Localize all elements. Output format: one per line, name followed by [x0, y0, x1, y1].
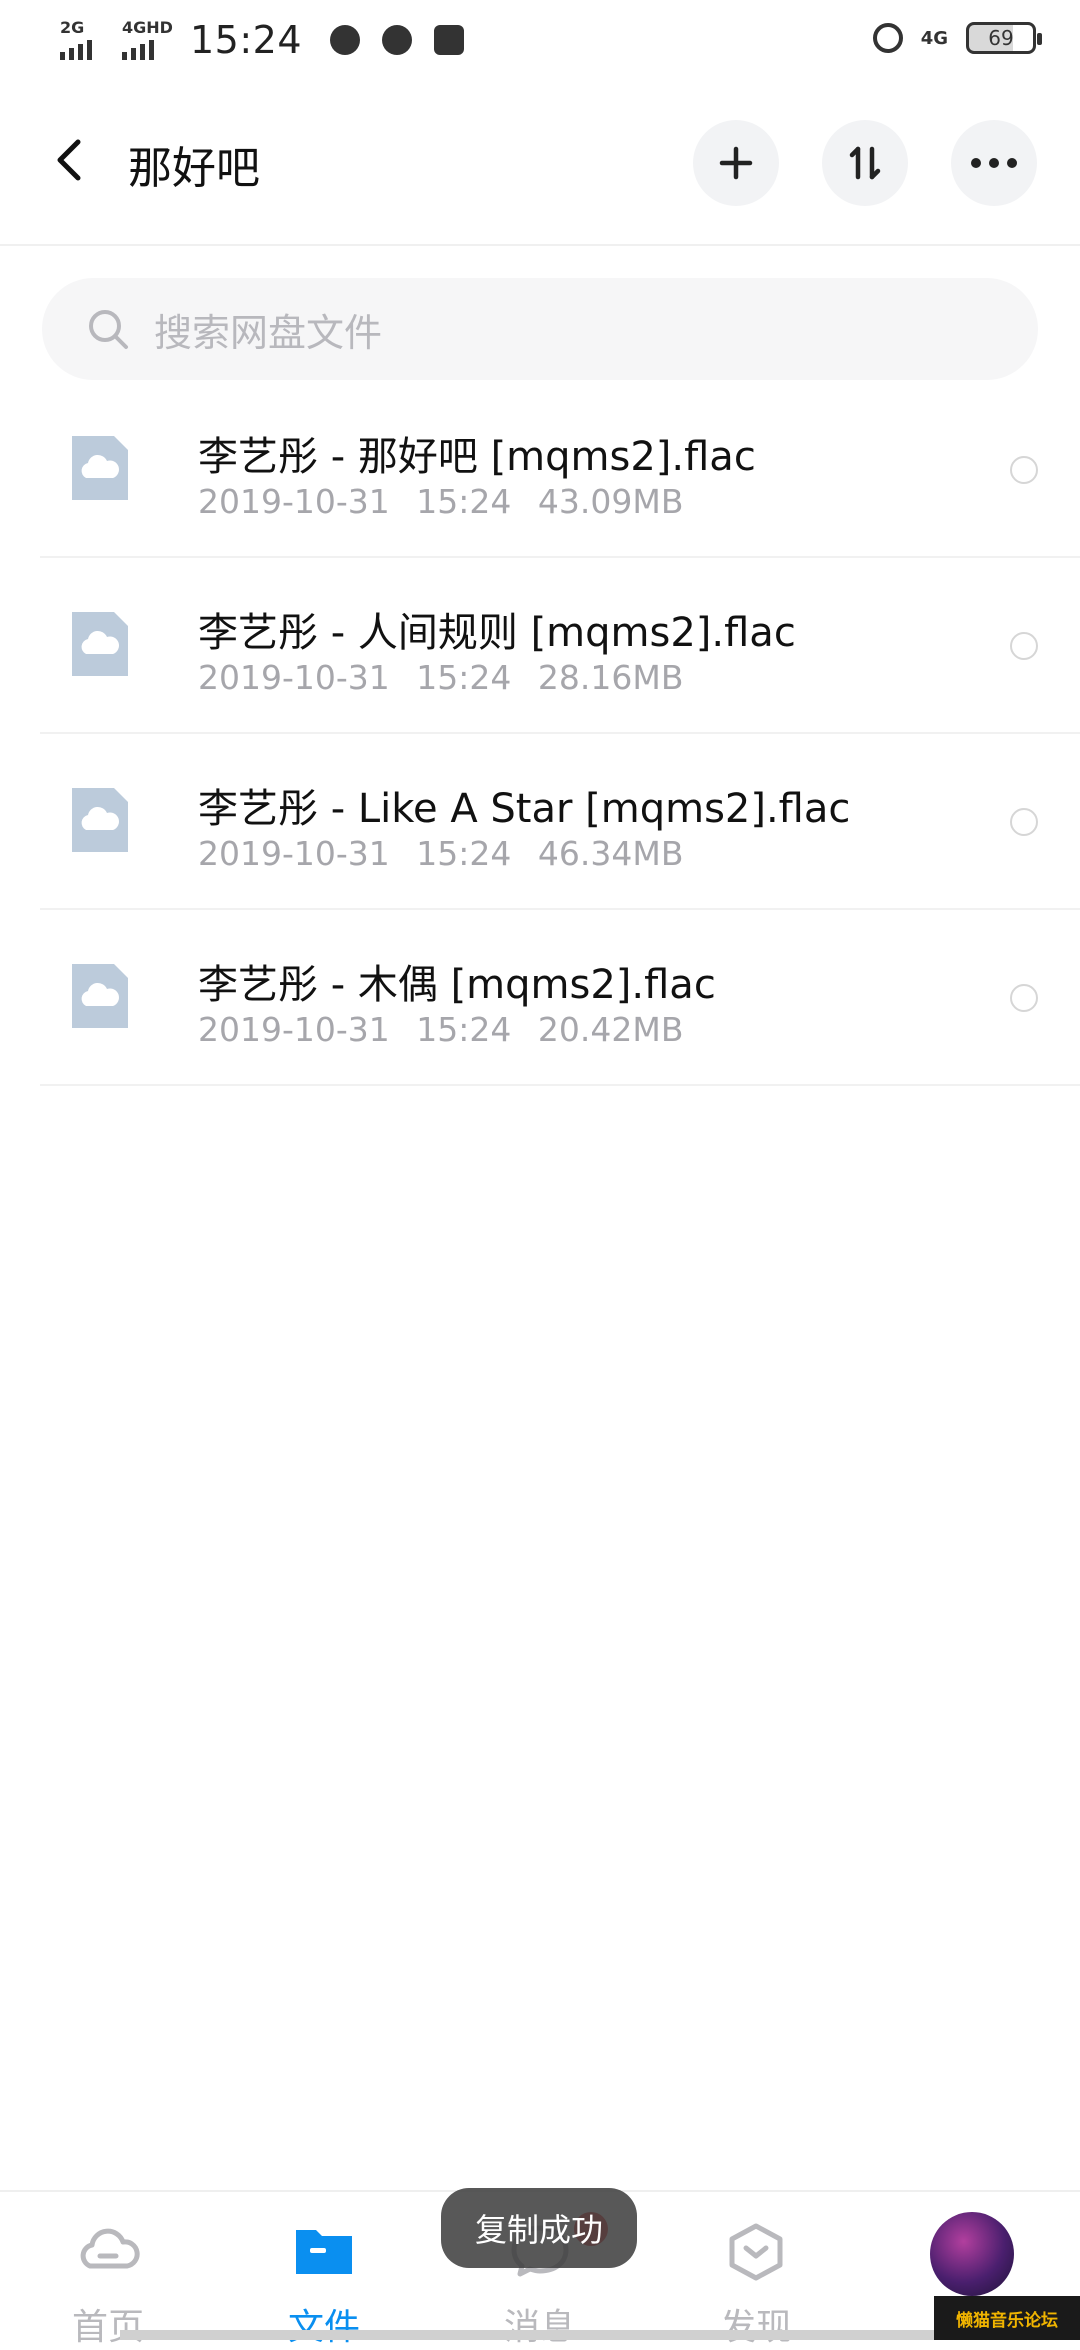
nav-messages-label: 消息	[503, 2307, 576, 2348]
nav-files-label: 文件	[287, 2307, 360, 2348]
file-time: 15:24	[416, 482, 512, 521]
status-left: 2G 4GHD 15:24	[56, 18, 465, 62]
select-radio[interactable]	[1010, 632, 1038, 660]
file-meta: 2019-10-31 15:24 43.09MB	[198, 482, 683, 521]
sim1-label: 2G	[60, 18, 85, 37]
signal-icon-sim1: 2G	[56, 18, 108, 62]
file-name: 李艺彤 - Like A Star [mqms2].flac	[198, 786, 851, 832]
gesture-bar	[120, 2330, 940, 2340]
search-icon	[89, 310, 128, 349]
status-right: 4G 69	[872, 22, 1042, 54]
file-meta: 2019-10-31 15:24 20.42MB	[198, 1010, 683, 1049]
cloud-file-icon	[72, 436, 128, 500]
page-title: 那好吧	[128, 143, 260, 194]
more-button[interactable]	[951, 120, 1037, 206]
file-name: 李艺彤 - 人间规则 [mqms2].flac	[198, 610, 796, 656]
file-date: 2019-10-31	[198, 658, 390, 697]
file-date: 2019-10-31	[198, 482, 390, 521]
sim2-label: 4GHD	[122, 18, 173, 37]
file-time: 15:24	[416, 658, 512, 697]
select-radio[interactable]	[1010, 456, 1038, 484]
file-name: 李艺彤 - 那好吧 [mqms2].flac	[198, 434, 756, 480]
cloud-file-icon	[72, 612, 128, 676]
add-button[interactable]	[693, 120, 779, 206]
cloud-file-icon	[72, 788, 128, 852]
file-time: 15:24	[416, 834, 512, 873]
file-time: 15:24	[416, 1010, 512, 1049]
file-row[interactable]: 李艺彤 - 人间规则 [mqms2].flac 2019-10-31 15:24…	[40, 558, 1080, 734]
status-bar: 2G 4GHD 15:24 4G 69	[0, 0, 1080, 86]
sort-icon	[849, 146, 881, 180]
alarm-icon	[872, 23, 903, 53]
watermark: 懒猫音乐论坛	[934, 2296, 1080, 2340]
discover-icon	[729, 2223, 783, 2281]
file-name: 李艺彤 - 木偶 [mqms2].flac	[198, 962, 716, 1008]
folder-icon	[296, 2230, 352, 2274]
nav-discover[interactable]: 发现	[686, 2210, 826, 2348]
avatar[interactable]	[930, 2212, 1014, 2296]
header-bar: 那好吧	[0, 86, 1080, 246]
cloud-file-icon	[72, 964, 128, 1028]
battery-level: 69	[988, 26, 1014, 50]
status-time: 15:24	[190, 18, 303, 62]
file-row[interactable]: 李艺彤 - 那好吧 [mqms2].flac 2019-10-31 15:24 …	[40, 382, 1080, 558]
file-meta: 2019-10-31 15:24 28.16MB	[198, 658, 683, 697]
toast-message: 复制成功	[441, 2188, 637, 2268]
search-input[interactable]: 搜索网盘文件	[42, 278, 1038, 380]
chevron-left-icon	[57, 139, 81, 181]
select-radio[interactable]	[1010, 984, 1038, 1012]
browser-notification-icon	[330, 25, 361, 55]
plus-icon	[719, 146, 753, 180]
file-size: 43.09MB	[537, 482, 684, 521]
battery-icon: 69	[966, 22, 1042, 54]
sort-button[interactable]	[822, 120, 908, 206]
file-size: 20.42MB	[537, 1010, 684, 1049]
more-icon	[971, 158, 1017, 168]
file-size: 28.16MB	[537, 658, 684, 697]
file-row[interactable]: 李艺彤 - Like A Star [mqms2].flac 2019-10-3…	[40, 734, 1080, 910]
browser-notification-icon-2	[382, 25, 413, 55]
file-date: 2019-10-31	[198, 834, 390, 873]
file-row[interactable]: 李艺彤 - 木偶 [mqms2].flac 2019-10-31 15:24 2…	[40, 910, 1080, 1086]
nav-home[interactable]: 首页	[38, 2210, 178, 2348]
file-meta: 2019-10-31 15:24 46.34MB	[198, 834, 683, 873]
file-size: 46.34MB	[537, 834, 684, 873]
nav-files[interactable]: 文件	[254, 2210, 394, 2348]
network-label: 4G	[920, 27, 948, 49]
gallery-notification-icon	[434, 25, 465, 55]
cloud-home-icon	[80, 2228, 140, 2269]
nav-home-label: 首页	[71, 2307, 144, 2348]
nav-discover-label: 发现	[719, 2307, 792, 2348]
select-radio[interactable]	[1010, 808, 1038, 836]
signal-icon-sim2: 4GHD	[118, 18, 173, 62]
back-button[interactable]	[44, 132, 100, 188]
file-date: 2019-10-31	[198, 1010, 390, 1049]
file-list: 李艺彤 - 那好吧 [mqms2].flac 2019-10-31 15:24 …	[0, 382, 1080, 1086]
search-placeholder: 搜索网盘文件	[154, 310, 383, 355]
